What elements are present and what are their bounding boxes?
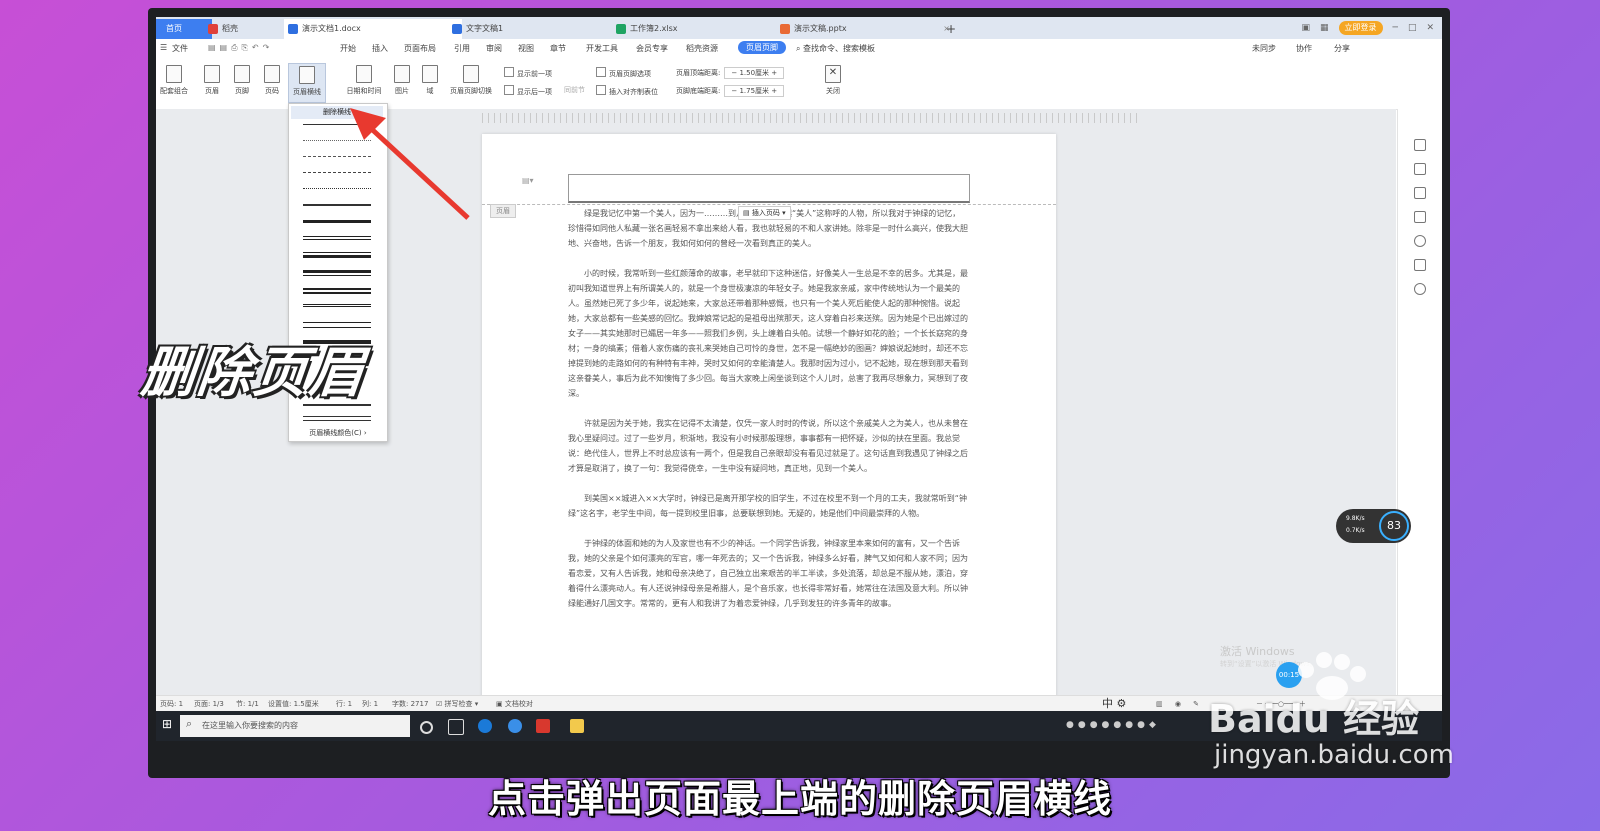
watermark-url: jingyan.baidu.com: [1214, 740, 1454, 770]
big-overlay-title: 删除页眉: [138, 341, 369, 404]
subtitle-caption: 点击弹出页面最上端的删除页眉横线: [487, 777, 1112, 821]
watermark-brand: Baidu 经验: [1208, 697, 1420, 741]
arrow-shaft: [362, 120, 470, 220]
